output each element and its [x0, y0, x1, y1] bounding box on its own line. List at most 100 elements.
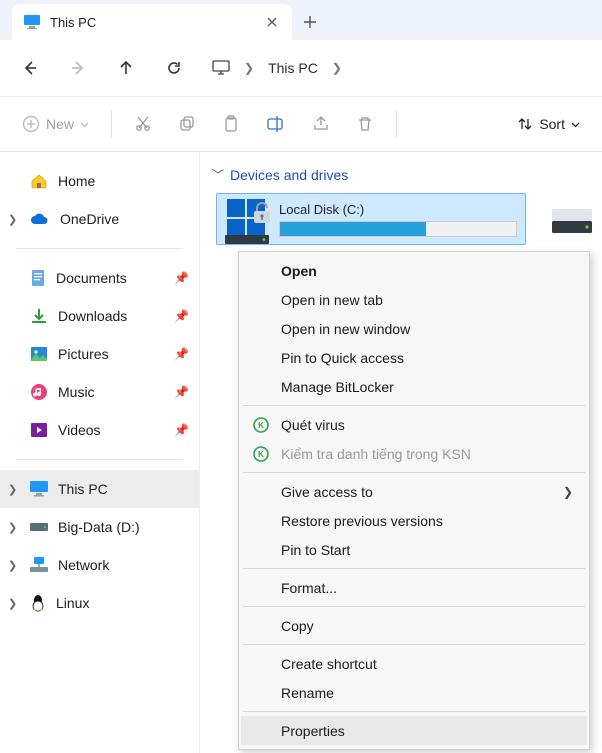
context-menu-item[interactable]: K Quét virus [241, 410, 587, 439]
cut-button[interactable] [124, 106, 162, 142]
pin-icon[interactable]: 📌 [174, 271, 189, 285]
address-bar[interactable]: ❯ This PC ❯ [200, 60, 594, 76]
network-icon [30, 557, 48, 573]
pin-icon[interactable]: 📌 [174, 347, 189, 361]
separator [396, 110, 397, 138]
context-menu-item[interactable]: Pin to Start [241, 535, 587, 564]
sort-button[interactable]: Sort [507, 106, 590, 142]
section-header-devices[interactable]: ﹀ Devices and drives [206, 162, 596, 193]
refresh-button[interactable] [152, 48, 196, 88]
toolbar: New Sort [0, 96, 602, 152]
context-menu-item-label: Open in new tab [281, 292, 383, 308]
sidebar: Home ❯ OneDrive Documents 📌 Downloads 📌 … [0, 152, 200, 753]
chevron-right-icon[interactable]: ❯ [8, 521, 17, 534]
chevron-right-icon[interactable]: ❯ [332, 61, 342, 75]
sidebar-item-network[interactable]: ❯ Network [0, 546, 199, 584]
context-menu-item[interactable]: Open in new window [241, 314, 587, 343]
context-menu-item-label: Open [281, 263, 317, 279]
video-icon [30, 422, 48, 438]
context-menu-item[interactable]: Pin to Quick access [241, 343, 587, 372]
delete-button[interactable] [346, 106, 384, 142]
drive-row: Local Disk (C:) [206, 193, 596, 245]
chevron-right-icon[interactable]: ❯ [8, 559, 17, 572]
context-menu-separator [243, 568, 585, 569]
context-menu-item[interactable]: Open [241, 256, 587, 285]
pin-icon[interactable]: 📌 [174, 385, 189, 399]
breadcrumb-label[interactable]: This PC [268, 60, 318, 76]
context-menu-item-label: Manage BitLocker [281, 379, 394, 395]
sidebar-item-onedrive[interactable]: ❯ OneDrive [0, 200, 199, 238]
chevron-right-icon[interactable]: ❯ [8, 597, 17, 610]
context-menu-separator [243, 606, 585, 607]
sidebar-item-big-data[interactable]: ❯ Big-Data (D:) [0, 508, 199, 546]
context-menu-item[interactable]: Open in new tab [241, 285, 587, 314]
context-menu-item[interactable]: Properties [241, 716, 587, 745]
windows-drive-icon [225, 197, 269, 241]
context-menu-item-label: Copy [281, 618, 314, 634]
sidebar-item-documents[interactable]: Documents 📌 [0, 259, 199, 297]
new-tab-button[interactable] [292, 4, 328, 40]
monitor-icon [24, 15, 40, 29]
sidebar-item-label: This PC [58, 481, 108, 497]
picture-icon [30, 346, 48, 362]
sidebar-item-label: Big-Data (D:) [58, 519, 140, 535]
drive-info: Local Disk (C:) [279, 202, 517, 237]
drive-icon [550, 193, 594, 237]
sidebar-item-home[interactable]: Home [0, 162, 199, 200]
sidebar-item-linux[interactable]: ❯ Linux [0, 584, 199, 622]
drive-secondary[interactable] [550, 193, 594, 237]
chevron-right-icon[interactable]: ❯ [8, 213, 17, 226]
close-icon[interactable] [264, 14, 280, 30]
svg-text:K: K [258, 421, 264, 430]
linux-icon [30, 594, 46, 612]
context-menu-item[interactable]: Manage BitLocker [241, 372, 587, 401]
context-menu-item-label: Quét virus [281, 417, 345, 433]
back-button[interactable] [8, 48, 52, 88]
context-menu-item[interactable]: Format... [241, 573, 587, 602]
nav-bar: ❯ This PC ❯ [0, 40, 602, 96]
sidebar-item-label: Network [58, 557, 109, 573]
context-menu-item[interactable]: Copy [241, 611, 587, 640]
share-button[interactable] [302, 106, 340, 142]
sidebar-item-this-pc[interactable]: ❯ This PC [0, 470, 199, 508]
sidebar-item-music[interactable]: Music 📌 [0, 373, 199, 411]
up-button[interactable] [104, 48, 148, 88]
sidebar-item-videos[interactable]: Videos 📌 [0, 411, 199, 449]
monitor-outline-icon [212, 60, 230, 76]
music-icon [30, 383, 48, 401]
disk-base-icon [225, 233, 269, 245]
tab-this-pc[interactable]: This PC [12, 4, 292, 40]
context-menu-item[interactable]: Give access to❯ [241, 477, 587, 506]
sidebar-item-pictures[interactable]: Pictures 📌 [0, 335, 199, 373]
rename-button[interactable] [256, 106, 296, 142]
context-menu-separator [243, 711, 585, 712]
cloud-icon [30, 212, 50, 226]
pin-icon[interactable]: 📌 [174, 423, 189, 437]
sidebar-item-downloads[interactable]: Downloads 📌 [0, 297, 199, 335]
context-menu-item-label: Rename [281, 685, 334, 701]
context-menu-item[interactable]: Restore previous versions [241, 506, 587, 535]
context-menu-item-label: Format... [281, 580, 337, 596]
sidebar-item-label: Pictures [58, 346, 109, 362]
context-menu-item-label: Pin to Start [281, 542, 350, 558]
forward-button[interactable] [56, 48, 100, 88]
copy-button[interactable] [168, 106, 206, 142]
chevron-right-icon[interactable]: ❯ [8, 483, 17, 496]
chevron-right-icon: ❯ [244, 61, 254, 75]
chevron-right-icon: ❯ [563, 485, 573, 499]
chevron-down-icon [571, 120, 580, 129]
new-button[interactable]: New [12, 106, 99, 142]
new-button-label: New [46, 116, 74, 132]
separator [111, 110, 112, 138]
context-menu-item[interactable]: Create shortcut [241, 649, 587, 678]
paste-button[interactable] [212, 106, 250, 142]
sidebar-item-label: Documents [56, 270, 127, 286]
drive-local-disk-c[interactable]: Local Disk (C:) [216, 193, 526, 245]
sidebar-divider [16, 459, 183, 460]
chevron-down-icon: ﹀ [212, 166, 224, 183]
context-menu-item[interactable]: Rename [241, 678, 587, 707]
kaspersky-icon: K [253, 417, 269, 433]
sidebar-item-label: Linux [56, 595, 89, 611]
sidebar-divider [16, 248, 183, 249]
pin-icon[interactable]: 📌 [174, 309, 189, 323]
